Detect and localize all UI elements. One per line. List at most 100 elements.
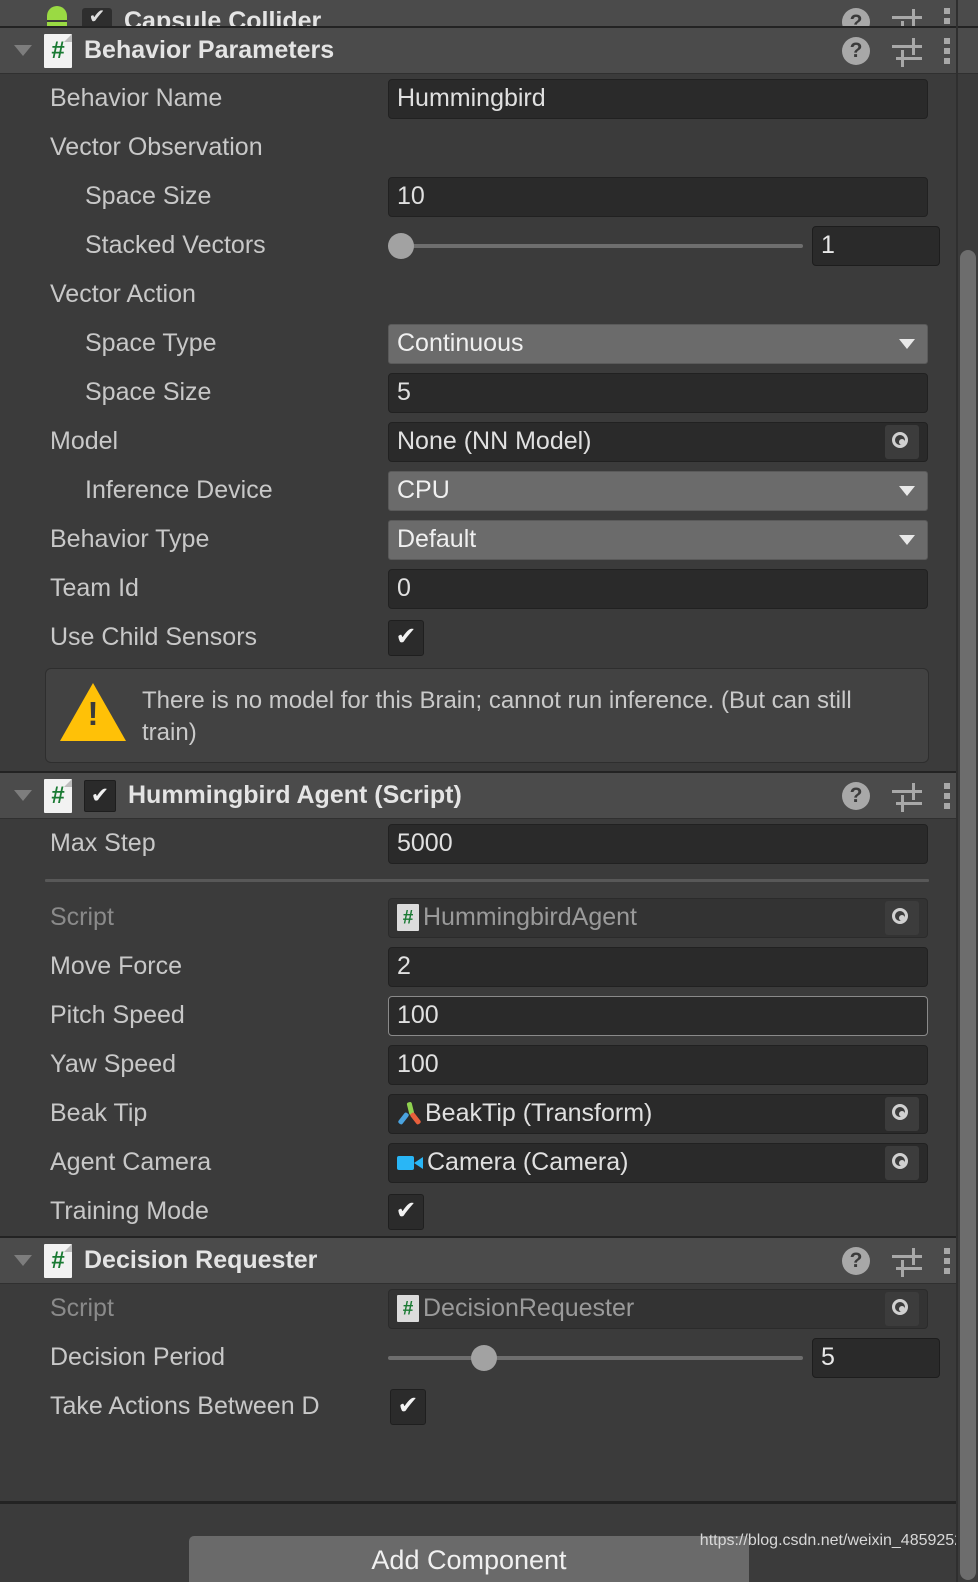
- preset-slider-icon[interactable]: [892, 8, 922, 26]
- component-title-hummingbird-agent: Hummingbird Agent (Script): [128, 781, 462, 810]
- csharp-script-icon: [44, 33, 72, 68]
- object-picker-icon[interactable]: [885, 1145, 919, 1180]
- preset-slider-icon[interactable]: [892, 782, 922, 812]
- foldout-arrow-icon[interactable]: [14, 45, 32, 56]
- property-row-decision-script: Script DecisionRequester: [0, 1284, 978, 1333]
- property-label: Stacked Vectors: [85, 231, 266, 259]
- object-picker-icon[interactable]: [885, 900, 919, 935]
- inspector-panel: Capsule Collider ? Behavior Parameters ?…: [0, 0, 978, 1582]
- agent-camera-object-field[interactable]: Camera (Camera): [388, 1142, 928, 1183]
- kebab-menu-icon[interactable]: [944, 6, 952, 26]
- vertical-scrollbar-thumb[interactable]: [960, 250, 976, 1580]
- field-value: 10: [397, 182, 425, 210]
- property-label: Take Actions Between D: [50, 1392, 320, 1421]
- field-value: HummingbirdAgent: [423, 903, 637, 932]
- decision-script-object-field: DecisionRequester: [388, 1288, 928, 1329]
- field-value: Camera (Camera): [427, 1148, 629, 1177]
- decision-period-slider[interactable]: [388, 1341, 803, 1375]
- property-label: Pitch Speed: [50, 1001, 185, 1030]
- take-actions-between-decisions-checkbox[interactable]: [390, 1388, 426, 1425]
- decision-period-value-input[interactable]: 5: [812, 1337, 940, 1378]
- field-value: 0: [397, 574, 411, 602]
- component-title-capsule-collider: Capsule Collider: [124, 7, 322, 26]
- property-row-action-space-size: Space Size 5: [0, 368, 978, 417]
- property-row-script: Script HummingbirdAgent: [0, 893, 978, 942]
- property-label: Decision Period: [50, 1343, 226, 1372]
- component-body-behavior-parameters: Behavior Name Hummingbird Vector Observa…: [0, 74, 978, 764]
- csharp-script-icon: [44, 778, 72, 813]
- inspector-footer: Add Component https://blog.csdn.net/weix…: [0, 1501, 978, 1582]
- property-label: Vector Observation: [50, 133, 263, 161]
- behavior-name-input[interactable]: Hummingbird: [388, 78, 928, 119]
- foldout-arrow-icon[interactable]: [14, 790, 32, 802]
- slider-track: [388, 1355, 803, 1360]
- space-type-dropdown[interactable]: Continuous: [388, 323, 928, 364]
- property-row-stacked-vectors: Stacked Vectors 1: [0, 221, 978, 270]
- field-value: DecisionRequester: [423, 1294, 635, 1323]
- team-id-input[interactable]: 0: [388, 568, 928, 609]
- preset-slider-icon[interactable]: [892, 37, 922, 67]
- use-child-sensors-checkbox[interactable]: [388, 619, 424, 656]
- property-row-max-step: Max Step 5000: [0, 819, 978, 868]
- property-row-behavior-type: Behavior Type Default: [0, 515, 978, 564]
- property-row-training-mode: Training Mode: [0, 1187, 978, 1236]
- field-value: Hummingbird: [397, 84, 546, 112]
- property-label: Model: [50, 427, 119, 455]
- property-row-yaw-speed: Yaw Speed 100: [0, 1040, 978, 1089]
- kebab-menu-icon[interactable]: [944, 36, 952, 66]
- model-object-field[interactable]: None (NN Model): [388, 421, 928, 462]
- csharp-script-icon: [397, 1295, 419, 1323]
- foldout-arrow-icon[interactable]: [14, 1255, 32, 1267]
- property-row-vector-action: Vector Action: [0, 270, 978, 319]
- object-picker-icon[interactable]: [885, 1096, 919, 1131]
- dropdown-value: Default: [397, 525, 477, 553]
- property-label: Training Mode: [50, 1197, 209, 1226]
- property-row-decision-period: Decision Period 5: [0, 1333, 978, 1382]
- yaw-speed-input[interactable]: 100: [388, 1044, 928, 1085]
- preset-slider-icon[interactable]: [892, 1247, 922, 1277]
- slider-knob[interactable]: [471, 1344, 497, 1371]
- property-row-beak-tip: Beak Tip BeakTip (Transform): [0, 1089, 978, 1138]
- component-enable-checkbox-capsule-collider[interactable]: [82, 4, 112, 26]
- help-icon[interactable]: ?: [842, 1246, 870, 1275]
- component-title-decision-requester: Decision Requester: [84, 1246, 318, 1275]
- warning-triangle-icon: [60, 683, 126, 741]
- help-icon[interactable]: ?: [842, 781, 870, 810]
- property-label: Max Step: [50, 829, 156, 858]
- component-header-capsule-collider[interactable]: Capsule Collider ?: [0, 0, 978, 26]
- object-picker-icon[interactable]: [885, 1291, 919, 1326]
- component-body-hummingbird-agent: Max Step 5000 Script HummingbirdAgent Mo…: [0, 819, 978, 1236]
- slider-knob[interactable]: [388, 232, 414, 259]
- property-label: Use Child Sensors: [50, 623, 258, 651]
- section-divider: [45, 879, 929, 883]
- beak-tip-object-field[interactable]: BeakTip (Transform): [388, 1093, 928, 1134]
- component-enable-checkbox-hummingbird-agent[interactable]: [84, 779, 116, 812]
- pitch-speed-input[interactable]: 100: [388, 995, 928, 1036]
- property-label: Behavior Type: [50, 525, 210, 553]
- help-icon[interactable]: ?: [842, 8, 870, 26]
- component-header-behavior-parameters[interactable]: Behavior Parameters ?: [0, 26, 978, 74]
- component-header-hummingbird-agent[interactable]: Hummingbird Agent (Script) ?: [0, 771, 978, 820]
- help-icon[interactable]: ?: [842, 36, 870, 65]
- field-value: 100: [397, 1050, 439, 1079]
- stacked-vectors-value-input[interactable]: 1: [812, 225, 940, 266]
- property-row-inference-device: Inference Device CPU: [0, 466, 978, 515]
- kebab-menu-icon[interactable]: [944, 781, 952, 811]
- object-picker-icon[interactable]: [885, 424, 919, 459]
- property-label: Team Id: [50, 574, 139, 602]
- move-force-input[interactable]: 2: [388, 946, 928, 987]
- behavior-type-dropdown[interactable]: Default: [388, 519, 928, 560]
- kebab-menu-icon[interactable]: [944, 1246, 952, 1276]
- action-space-size-input[interactable]: 5: [388, 372, 928, 413]
- add-component-button[interactable]: Add Component: [189, 1536, 749, 1582]
- stacked-vectors-slider[interactable]: [388, 229, 803, 263]
- component-header-decision-requester[interactable]: Decision Requester ?: [0, 1236, 978, 1285]
- field-value: 5: [821, 1343, 835, 1372]
- chevron-down-icon: [899, 338, 915, 349]
- max-step-input[interactable]: 5000: [388, 823, 928, 864]
- training-mode-checkbox[interactable]: [388, 1193, 424, 1230]
- warning-text: There is no model for this Brain; cannot…: [142, 687, 852, 746]
- observation-space-size-input[interactable]: 10: [388, 176, 928, 217]
- inference-device-dropdown[interactable]: CPU: [388, 470, 928, 511]
- watermark-text: https://blog.csdn.net/weixin_48592526: [699, 1532, 972, 1549]
